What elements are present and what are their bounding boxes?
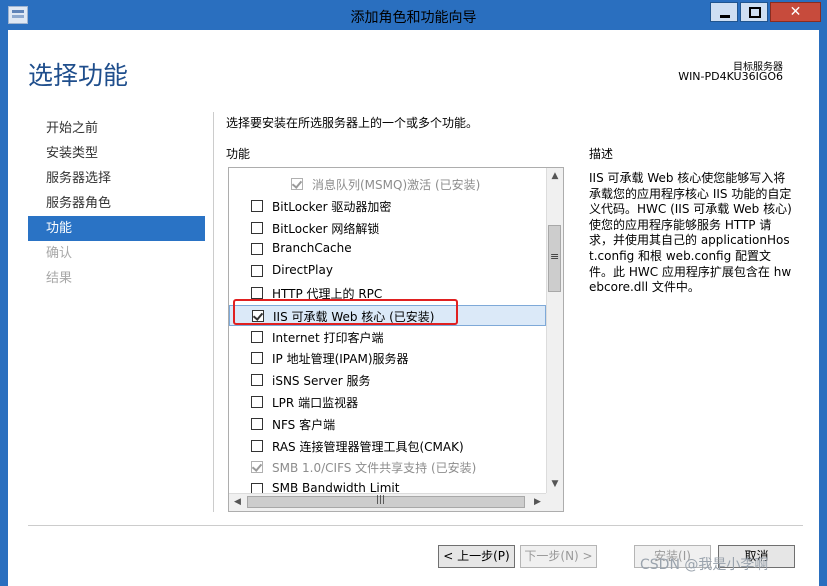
watermark: CSDN @我是小李啊 [640, 557, 769, 573]
feature-label: iSNS Server 服务 [272, 374, 371, 389]
close-icon: ✕ [789, 4, 802, 20]
minimize-button[interactable] [710, 2, 738, 22]
instruction-text: 选择要安装在所选服务器上的一个或多个功能。 [226, 116, 479, 130]
feature-label: SMB Bandwidth Limit [272, 481, 400, 493]
checkbox[interactable] [251, 396, 263, 408]
nav-divider [213, 112, 214, 512]
feature-label: DirectPlay [272, 263, 333, 278]
wizard-window: 添加角色和功能向导 ✕ 选择功能 目标服务器 WIN-PD4KU36IGO6 开… [0, 0, 827, 586]
checkbox-checked [251, 461, 263, 474]
horizontal-scrollbar[interactable]: ◀ ▶ [229, 493, 563, 511]
checkbox[interactable] [251, 330, 263, 343]
checkbox[interactable] [251, 417, 263, 430]
close-button[interactable]: ✕ [770, 2, 821, 22]
feature-item[interactable]: IP 地址管理(IPAM)服务器 [229, 348, 546, 369]
feature-item[interactable]: SMB 1.0/CIFS 文件共享支持 (已安装) [229, 457, 546, 478]
feature-label: BranchCache [272, 241, 352, 256]
checkbox[interactable] [251, 374, 263, 387]
checkbox[interactable] [251, 199, 263, 212]
feature-label: LPR 端口监视器 [272, 396, 359, 410]
description-text: IIS 可承载 Web 核心使您能够写入将承载您的应用程序核心 IIS 功能的自… [589, 171, 792, 295]
features-list-items: 消息队列(MSMQ)激活 (已安装) BitLocker 驱动器加密 BitLock… [229, 168, 546, 493]
feature-item[interactable]: 消息队列(MSMQ)激活 (已安装) [229, 174, 546, 195]
scroll-up-icon[interactable]: ▲ [547, 168, 563, 185]
description-heading: 描述 [589, 147, 614, 161]
nav-item-before-you-begin[interactable]: 开始之前 [28, 116, 205, 141]
checkbox[interactable] [251, 439, 263, 452]
checkbox[interactable] [251, 221, 263, 234]
maximize-button[interactable] [740, 2, 768, 22]
wizard-nav: 开始之前 安装类型 服务器选择 服务器角色 功能 确认 结果 [28, 116, 205, 291]
page-title: 选择功能 [28, 61, 129, 90]
nav-item-server-roles[interactable]: 服务器角色 [28, 191, 205, 216]
feature-label: IP 地址管理(IPAM)服务器 [272, 352, 409, 367]
feature-label: BitLocker 网络解锁 [272, 221, 380, 236]
horizontal-scroll-thumb[interactable] [247, 495, 525, 508]
scrollbar-corner [546, 493, 563, 511]
wizard-client-area: 选择功能 目标服务器 WIN-PD4KU36IGO6 开始之前 安装类型 服务器… [8, 30, 819, 586]
checkbox[interactable] [251, 287, 263, 299]
nav-item-features[interactable]: 功能 [28, 216, 205, 241]
feature-item[interactable]: SMB Bandwidth Limit [229, 479, 546, 493]
feature-item[interactable]: LPR 端口监视器 [229, 392, 546, 413]
previous-button[interactable]: < 上一步(P) [438, 545, 515, 568]
feature-label: Internet 打印客户端 [272, 330, 384, 345]
feature-item[interactable]: BitLocker 网络解锁 [229, 218, 546, 239]
scroll-right-icon[interactable]: ▶ [529, 494, 546, 511]
title-bar[interactable]: 添加角色和功能向导 ✕ [0, 0, 827, 30]
nav-item-server-selection[interactable]: 服务器选择 [28, 166, 205, 191]
feature-item[interactable]: Internet 打印客户端 [229, 327, 546, 348]
checkbox[interactable] [251, 352, 263, 365]
feature-item[interactable]: BranchCache [229, 239, 546, 260]
feature-label: SMB 1.0/CIFS 文件共享支持 (已安装) [272, 461, 477, 476]
feature-label: BitLocker 驱动器加密 [272, 199, 392, 214]
feature-item[interactable]: BitLocker 驱动器加密 [229, 196, 546, 217]
target-server-name: WIN-PD4KU36IGO6 [678, 70, 783, 83]
checkbox[interactable] [251, 265, 263, 278]
nav-item-confirmation: 确认 [46, 246, 73, 261]
nav-item-installation-type[interactable]: 安装类型 [28, 141, 205, 166]
feature-label: 消息队列(MSMQ)激活 (已安装) [312, 178, 481, 192]
feature-label: NFS 客户端 [272, 417, 336, 432]
checkbox-checked [291, 178, 303, 190]
feature-label: RAS 连接管理器管理工具包(CMAK) [272, 439, 464, 454]
selection-highlight-box [233, 299, 458, 325]
feature-item[interactable]: RAS 连接管理器管理工具包(CMAK) [229, 436, 546, 457]
features-list[interactable]: 消息队列(MSMQ)激活 (已安装) BitLocker 驱动器加密 BitLock… [228, 167, 564, 512]
scroll-left-icon[interactable]: ◀ [229, 494, 246, 511]
checkbox[interactable] [251, 483, 263, 493]
window-title: 添加角色和功能向导 [350, 10, 477, 26]
feature-item[interactable]: iSNS Server 服务 [229, 370, 546, 391]
vertical-scrollbar[interactable]: ▲ ▼ [546, 168, 563, 493]
feature-item[interactable]: NFS 客户端 [229, 414, 546, 435]
feature-item[interactable]: DirectPlay [229, 261, 546, 282]
nav-item-results: 结果 [46, 271, 73, 286]
next-button: 下一步(N) > [520, 545, 597, 568]
checkbox[interactable] [251, 243, 263, 256]
scroll-down-icon[interactable]: ▼ [547, 476, 563, 493]
vertical-scroll-thumb[interactable] [548, 225, 561, 292]
footer-divider [28, 525, 803, 526]
features-heading: 功能 [226, 147, 251, 161]
